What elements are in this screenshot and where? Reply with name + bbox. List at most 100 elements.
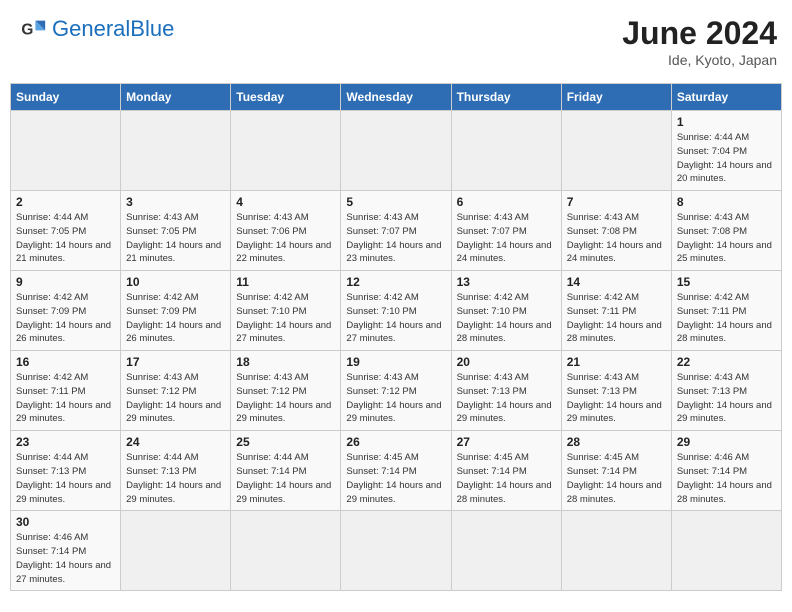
day-info: Sunrise: 4:45 AM Sunset: 7:14 PM Dayligh… [567,451,666,506]
logo-icon: G [20,15,48,43]
day-number: 21 [567,355,666,369]
day-info: Sunrise: 4:43 AM Sunset: 7:12 PM Dayligh… [126,371,225,426]
day-info: Sunrise: 4:42 AM Sunset: 7:10 PM Dayligh… [457,291,556,346]
calendar-cell: 16 Sunrise: 4:42 AM Sunset: 7:11 PM Dayli… [11,351,121,431]
day-info: Sunrise: 4:42 AM Sunset: 7:09 PM Dayligh… [16,291,115,346]
day-info: Sunrise: 4:46 AM Sunset: 7:14 PM Dayligh… [677,451,776,506]
calendar-cell: 9 Sunrise: 4:42 AM Sunset: 7:09 PM Daylig… [11,271,121,351]
day-info: Sunrise: 4:43 AM Sunset: 7:06 PM Dayligh… [236,211,335,266]
day-number: 8 [677,195,776,209]
calendar-cell: 21 Sunrise: 4:43 AM Sunset: 7:13 PM Dayli… [561,351,671,431]
col-header-friday: Friday [561,84,671,111]
day-info: Sunrise: 4:44 AM Sunset: 7:05 PM Dayligh… [16,211,115,266]
calendar-cell: 15 Sunrise: 4:42 AM Sunset: 7:11 PM Dayli… [671,271,781,351]
day-number: 17 [126,355,225,369]
calendar-cell: 10Sunrise: 4:42 AM Sunset: 7:09 PM Dayli… [121,271,231,351]
day-number: 3 [126,195,225,209]
location: Ide, Kyoto, Japan [622,52,777,68]
calendar-cell [231,511,341,591]
day-info: Sunrise: 4:42 AM Sunset: 7:09 PM Dayligh… [126,291,225,346]
calendar-cell: 8 Sunrise: 4:43 AM Sunset: 7:08 PM Daylig… [671,191,781,271]
calendar-cell: 24 Sunrise: 4:44 AM Sunset: 7:13 PM Dayli… [121,431,231,511]
day-info: Sunrise: 4:42 AM Sunset: 7:11 PM Dayligh… [677,291,776,346]
day-number: 26 [346,435,445,449]
calendar-cell: 2Sunrise: 4:44 AM Sunset: 7:05 PM Daylig… [11,191,121,271]
col-header-thursday: Thursday [451,84,561,111]
day-number: 16 [16,355,115,369]
month-year: June 2024 [622,15,777,52]
day-info: Sunrise: 4:42 AM Sunset: 7:11 PM Dayligh… [567,291,666,346]
day-number: 22 [677,355,776,369]
svg-text:G: G [21,22,33,39]
calendar-cell [671,511,781,591]
calendar-cell: 17 Sunrise: 4:43 AM Sunset: 7:12 PM Dayli… [121,351,231,431]
calendar-cell: 11Sunrise: 4:42 AM Sunset: 7:10 PM Dayli… [231,271,341,351]
day-info: Sunrise: 4:42 AM Sunset: 7:10 PM Dayligh… [346,291,445,346]
day-info: Sunrise: 4:43 AM Sunset: 7:08 PM Dayligh… [567,211,666,266]
calendar-cell: 5 Sunrise: 4:43 AM Sunset: 7:07 PM Daylig… [341,191,451,271]
calendar-cell [561,111,671,191]
logo-blue: Blue [130,16,174,41]
day-info: Sunrise: 4:43 AM Sunset: 7:07 PM Dayligh… [457,211,556,266]
calendar-cell [121,511,231,591]
day-info: Sunrise: 4:45 AM Sunset: 7:14 PM Dayligh… [346,451,445,506]
col-header-saturday: Saturday [671,84,781,111]
calendar-cell: 23 Sunrise: 4:44 AM Sunset: 7:13 PM Dayli… [11,431,121,511]
day-number: 5 [346,195,445,209]
calendar-cell: 19 Sunrise: 4:43 AM Sunset: 7:12 PM Dayli… [341,351,451,431]
day-number: 29 [677,435,776,449]
day-info: Sunrise: 4:43 AM Sunset: 7:12 PM Dayligh… [236,371,335,426]
day-info: Sunrise: 4:44 AM Sunset: 7:13 PM Dayligh… [126,451,225,506]
day-info: Sunrise: 4:44 AM Sunset: 7:14 PM Dayligh… [236,451,335,506]
day-number: 6 [457,195,556,209]
day-number: 24 [126,435,225,449]
day-number: 23 [16,435,115,449]
calendar-cell: 27 Sunrise: 4:45 AM Sunset: 7:14 PM Dayli… [451,431,561,511]
col-header-tuesday: Tuesday [231,84,341,111]
calendar-cell: 25 Sunrise: 4:44 AM Sunset: 7:14 PM Dayli… [231,431,341,511]
calendar-cell: 18Sunrise: 4:43 AM Sunset: 7:12 PM Dayli… [231,351,341,431]
logo-text: GeneralBlue [52,18,174,40]
day-info: Sunrise: 4:42 AM Sunset: 7:10 PM Dayligh… [236,291,335,346]
day-number: 27 [457,435,556,449]
day-number: 30 [16,515,115,529]
day-info: Sunrise: 4:45 AM Sunset: 7:14 PM Dayligh… [457,451,556,506]
calendar-cell [341,111,451,191]
day-number: 14 [567,275,666,289]
calendar-cell: 30 Sunrise: 4:46 AM Sunset: 7:14 PM Dayli… [11,511,121,591]
calendar-cell: 22Sunrise: 4:43 AM Sunset: 7:13 PM Dayli… [671,351,781,431]
day-info: Sunrise: 4:43 AM Sunset: 7:05 PM Dayligh… [126,211,225,266]
day-number: 15 [677,275,776,289]
calendar-cell: 13 Sunrise: 4:42 AM Sunset: 7:10 PM Dayli… [451,271,561,351]
day-number: 13 [457,275,556,289]
calendar-cell [121,111,231,191]
day-info: Sunrise: 4:43 AM Sunset: 7:08 PM Dayligh… [677,211,776,266]
day-info: Sunrise: 4:46 AM Sunset: 7:14 PM Dayligh… [16,531,115,586]
day-info: Sunrise: 4:44 AM Sunset: 7:04 PM Dayligh… [677,131,776,186]
day-info: Sunrise: 4:42 AM Sunset: 7:11 PM Dayligh… [16,371,115,426]
calendar-cell: 14 Sunrise: 4:42 AM Sunset: 7:11 PM Dayli… [561,271,671,351]
calendar-cell: 3 Sunrise: 4:43 AM Sunset: 7:05 PM Daylig… [121,191,231,271]
day-info: Sunrise: 4:43 AM Sunset: 7:07 PM Dayligh… [346,211,445,266]
calendar-cell: 20 Sunrise: 4:43 AM Sunset: 7:13 PM Dayli… [451,351,561,431]
calendar-table: SundayMondayTuesdayWednesdayThursdayFrid… [10,83,782,591]
calendar-cell [451,111,561,191]
day-info: Sunrise: 4:43 AM Sunset: 7:13 PM Dayligh… [457,371,556,426]
day-info: Sunrise: 4:43 AM Sunset: 7:13 PM Dayligh… [567,371,666,426]
calendar-cell: 4 Sunrise: 4:43 AM Sunset: 7:06 PM Daylig… [231,191,341,271]
col-header-wednesday: Wednesday [341,84,451,111]
calendar-cell [231,111,341,191]
day-info: Sunrise: 4:44 AM Sunset: 7:13 PM Dayligh… [16,451,115,506]
day-number: 9 [16,275,115,289]
calendar-cell: 12Sunrise: 4:42 AM Sunset: 7:10 PM Dayli… [341,271,451,351]
day-number: 4 [236,195,335,209]
day-number: 28 [567,435,666,449]
col-header-sunday: Sunday [11,84,121,111]
day-number: 20 [457,355,556,369]
calendar-cell: 29 Sunrise: 4:46 AM Sunset: 7:14 PM Dayli… [671,431,781,511]
day-number: 19 [346,355,445,369]
day-info: Sunrise: 4:43 AM Sunset: 7:12 PM Dayligh… [346,371,445,426]
calendar-cell: 7Sunrise: 4:43 AM Sunset: 7:08 PM Daylig… [561,191,671,271]
page-header: G GeneralBlue June 2024 Ide, Kyoto, Japa… [10,10,782,73]
day-number: 25 [236,435,335,449]
